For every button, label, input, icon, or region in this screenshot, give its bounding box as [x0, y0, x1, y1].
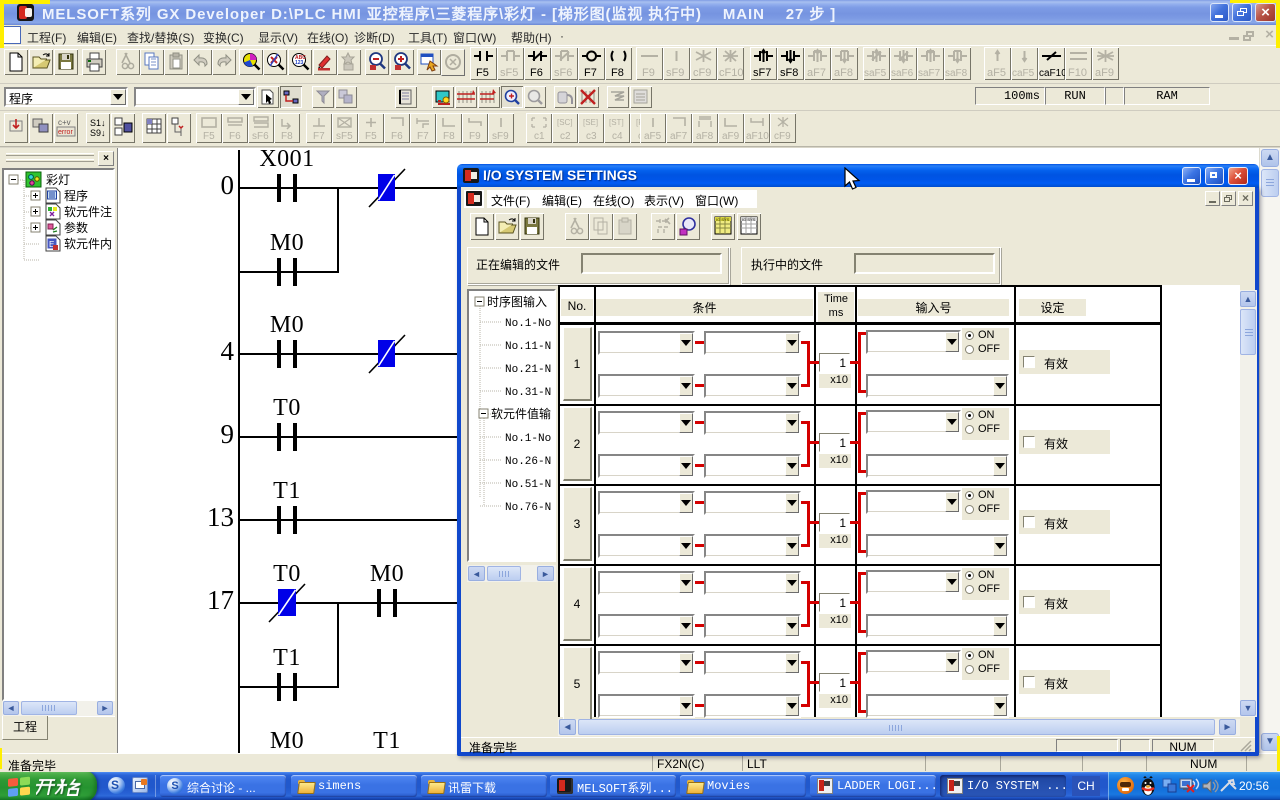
svg-text:F9: F9	[642, 67, 655, 79]
svg-text:aF9: aF9	[722, 131, 740, 142]
svg-text:软元件内: 软元件内	[64, 237, 112, 251]
svg-text:sF6: sF6	[554, 67, 572, 79]
svg-text:saF7: saF7	[918, 68, 941, 79]
svg-text:aF7: aF7	[807, 67, 826, 79]
svg-text:F6: F6	[391, 131, 403, 142]
svg-text:F5: F5	[476, 67, 489, 79]
svg-text:F8: F8	[611, 67, 624, 79]
svg-text:aF9: aF9	[1095, 67, 1114, 79]
svg-text:error: error	[58, 129, 73, 136]
svg-text:caF5: caF5	[1012, 68, 1035, 79]
svg-text:c4: c4	[612, 131, 623, 142]
svg-text:saF8: saF8	[945, 68, 968, 79]
svg-text:软元件注: 软元件注	[64, 204, 112, 219]
svg-text:IO SYS: IO SYS	[742, 217, 756, 222]
svg-text:No.51-N: No.51-N	[505, 479, 551, 491]
svg-text:No.31-N: No.31-N	[505, 387, 551, 399]
svg-text:No.26-N: No.26-N	[505, 456, 551, 468]
svg-text:aF5: aF5	[987, 67, 1006, 79]
svg-text:程序: 程序	[64, 188, 88, 203]
svg-text:No.21-N: No.21-N	[505, 364, 551, 376]
svg-text:cF10: cF10	[719, 67, 743, 79]
svg-text:F5: F5	[365, 131, 377, 142]
svg-text:saF5: saF5	[864, 68, 887, 79]
svg-text:F8: F8	[281, 131, 293, 142]
svg-text:c2: c2	[560, 131, 571, 142]
svg-text:sF5: sF5	[500, 67, 518, 79]
svg-text:IO SYS: IO SYS	[716, 217, 730, 222]
svg-text:aF5: aF5	[644, 131, 662, 142]
svg-text:aF10: aF10	[746, 131, 769, 142]
svg-text:sF5: sF5	[336, 131, 353, 142]
svg-text:sF7: sF7	[753, 67, 771, 79]
svg-text:参数: 参数	[64, 220, 88, 235]
svg-text:caF10: caF10	[1039, 68, 1067, 79]
svg-text:[SE]: [SE]	[583, 118, 598, 127]
svg-text:S9↓: S9↓	[90, 128, 106, 138]
svg-text:F5: F5	[203, 131, 215, 142]
svg-text:c1: c1	[534, 131, 545, 142]
svg-text:sF9: sF9	[666, 67, 684, 79]
svg-text:c+v: c+v	[58, 118, 71, 127]
svg-text:[ST]: [ST]	[609, 118, 624, 127]
svg-text:cF9: cF9	[693, 67, 711, 79]
svg-text:[SC]: [SC]	[557, 118, 573, 127]
svg-text:sF9: sF9	[492, 131, 509, 142]
svg-text:F10: F10	[1068, 67, 1087, 79]
svg-text:sF6: sF6	[252, 131, 269, 142]
svg-text:F8: F8	[443, 131, 455, 142]
svg-text:F7: F7	[584, 67, 597, 79]
svg-text:aF8: aF8	[834, 67, 853, 79]
svg-text:软元件值输: 软元件值输	[491, 406, 551, 421]
svg-text:F7: F7	[313, 131, 325, 142]
svg-text:No.76-N: No.76-N	[505, 502, 551, 514]
svg-text:No.1-No: No.1-No	[505, 433, 551, 445]
svg-text:cF9: cF9	[774, 131, 791, 142]
svg-text:No.11-N: No.11-N	[505, 341, 551, 353]
svg-text:F9: F9	[469, 131, 481, 142]
svg-text:123: 123	[295, 60, 304, 66]
svg-text:No.1-No: No.1-No	[505, 318, 551, 330]
svg-text:S1↓: S1↓	[90, 118, 106, 128]
svg-text:彩灯: 彩灯	[46, 173, 70, 187]
svg-text:aF7: aF7	[670, 131, 688, 142]
svg-text:F7: F7	[417, 131, 429, 142]
svg-text:c3: c3	[586, 131, 597, 142]
svg-text:F6: F6	[229, 131, 241, 142]
svg-text:aF8: aF8	[696, 131, 714, 142]
svg-text:sF8: sF8	[780, 67, 798, 79]
svg-text:F6: F6	[530, 67, 543, 79]
svg-text:时序图输入: 时序图输入	[487, 294, 547, 309]
svg-text:saF6: saF6	[891, 68, 914, 79]
